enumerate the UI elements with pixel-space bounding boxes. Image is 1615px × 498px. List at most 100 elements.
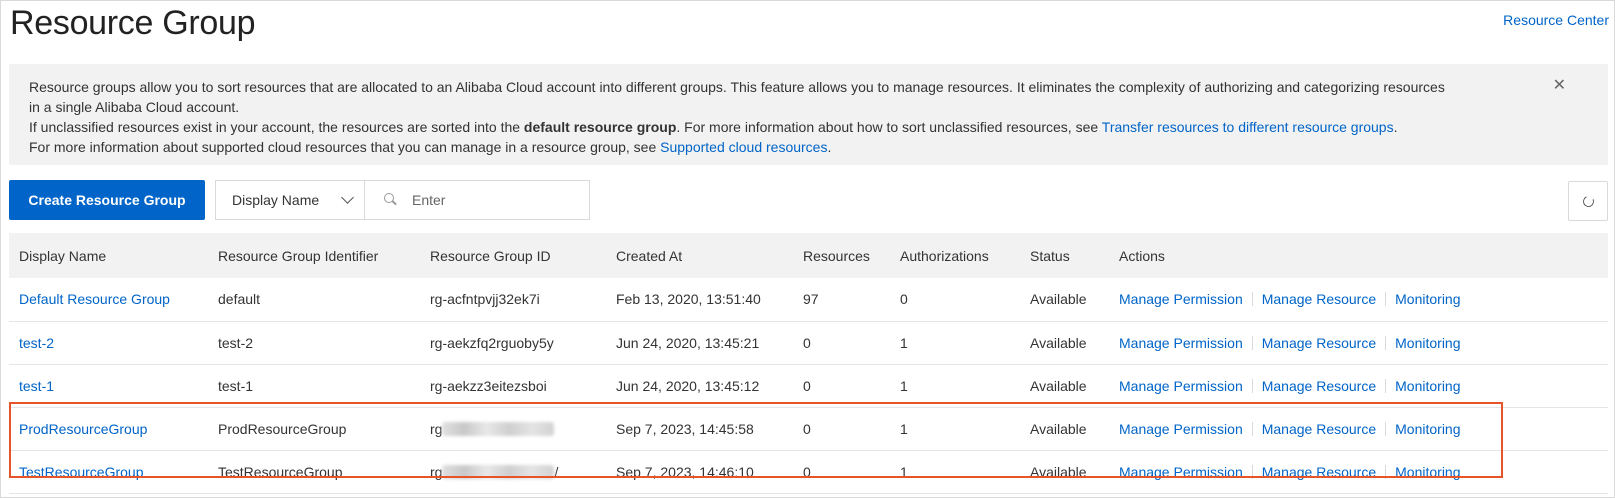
supported-resources-link[interactable]: Supported cloud resources xyxy=(660,139,827,155)
created-at: Sep 7, 2023, 14:46:10 xyxy=(606,450,793,494)
page-title: Resource Group xyxy=(10,4,256,42)
search-icon xyxy=(384,193,398,207)
monitoring-link[interactable]: Monitoring xyxy=(1395,291,1460,307)
column-header: Resource Group Identifier xyxy=(208,233,420,278)
group-name-link[interactable]: TestResourceGroup xyxy=(9,450,208,494)
table-row: ProdResourceGroup ProdResourceGroup rg Sep … xyxy=(9,407,1608,451)
group-identifier: default xyxy=(208,278,420,322)
group-name-link[interactable]: Default Resource Group xyxy=(9,278,208,322)
notice-line-2: in a single Alibaba Cloud account. xyxy=(29,99,240,115)
group-id-suffix: / xyxy=(554,463,559,480)
resources-count: 97 xyxy=(793,278,890,322)
resources-count: 0 xyxy=(793,364,890,408)
group-identifier: test-1 xyxy=(208,364,420,408)
manage-permission-link[interactable]: Manage Permission xyxy=(1119,421,1243,437)
column-header: Created At xyxy=(606,233,793,278)
redacted-id xyxy=(442,464,555,479)
actions-cell: Manage Permission Manage Resource Monitori… xyxy=(1109,278,1608,322)
notice-text: For more information about supported clo… xyxy=(29,139,661,155)
actions-cell: Manage Permission Manage Resource Monitori… xyxy=(1109,407,1608,451)
search-input[interactable] xyxy=(412,192,582,208)
group-id: rg xyxy=(420,407,606,451)
table-body: Default Resource Group default rg-acfntpvj… xyxy=(9,278,1608,494)
monitoring-link[interactable]: Monitoring xyxy=(1395,464,1460,480)
notice-text: If unclassified resources exist in your … xyxy=(29,119,524,135)
group-name-link[interactable]: test-1 xyxy=(9,364,208,408)
notice-text: . xyxy=(1393,119,1398,135)
group-identifier: ProdResourceGroup xyxy=(208,407,420,451)
status-text: Available xyxy=(1020,321,1109,365)
transfer-resources-link[interactable]: Transfer resources to different resource… xyxy=(1102,119,1394,135)
created-at: Jun 24, 2020, 13:45:12 xyxy=(606,364,793,408)
resource-group-table: Display Name Resource Group Identifier R… xyxy=(9,233,1608,494)
table-row: test-1 test-1 rg-aekzz3eitezsboi Jun 24, 20… xyxy=(9,364,1608,408)
group-id: rg-acfntpvjj32ek7i xyxy=(420,278,606,322)
notice-line-4: For more information about supported clo… xyxy=(29,137,1548,157)
actions-cell: Manage Permission Manage Resource Monitori… xyxy=(1109,321,1608,365)
table-header-row: Display Name Resource Group Identifier R… xyxy=(9,233,1608,278)
manage-resource-link[interactable]: Manage Resource xyxy=(1262,335,1376,351)
table-row: TestResourceGroup TestResourceGroup rg / Sep… xyxy=(9,450,1608,494)
filter-selected-value: Display Name xyxy=(232,192,320,208)
resources-count: 0 xyxy=(793,321,890,365)
close-icon[interactable]: ✕ xyxy=(1553,76,1566,96)
status-text: Available xyxy=(1020,278,1109,322)
table-row: test-2 test-2 rg-aekzfq2rguoby5y Jun 24, 20… xyxy=(9,321,1608,365)
monitoring-link[interactable]: Monitoring xyxy=(1395,378,1460,394)
manage-resource-link[interactable]: Manage Resource xyxy=(1262,291,1376,307)
column-header: Authorizations xyxy=(890,233,1020,278)
create-resource-group-button[interactable]: Create Resource Group xyxy=(9,180,205,220)
action-divider xyxy=(1251,464,1253,479)
status-text: Available xyxy=(1020,364,1109,408)
group-id-prefix: rg xyxy=(430,420,443,437)
notice-line-3: If unclassified resources exist in your … xyxy=(29,117,1548,137)
manage-resource-link[interactable]: Manage Resource xyxy=(1262,378,1376,394)
table-row: Default Resource Group default rg-acfntpvj… xyxy=(9,278,1608,322)
resource-center-link[interactable]: Resource Center xyxy=(1503,12,1609,28)
search-box xyxy=(364,180,590,220)
action-divider xyxy=(1385,421,1387,436)
refresh-button[interactable] xyxy=(1568,181,1608,221)
column-header[interactable]: Display Name xyxy=(9,233,208,278)
manage-permission-link[interactable]: Manage Permission xyxy=(1119,378,1243,394)
resources-count: 0 xyxy=(793,450,890,494)
group-id: rg-aekzfq2rguoby5y xyxy=(420,321,606,365)
notice-line-1: Resource groups allow you to sort resour… xyxy=(29,79,1445,95)
actions-cell: Manage Permission Manage Resource Monitori… xyxy=(1109,450,1608,494)
notice-text: . xyxy=(827,139,832,155)
monitoring-link[interactable]: Monitoring xyxy=(1395,335,1460,351)
filter-field-select[interactable]: Display Name xyxy=(215,180,365,220)
notice-bold-text: default resource group xyxy=(523,119,677,135)
group-id: rg / xyxy=(420,450,606,494)
manage-resource-link[interactable]: Manage Resource xyxy=(1262,421,1376,437)
group-identifier: TestResourceGroup xyxy=(208,450,420,494)
group-name-link[interactable]: test-2 xyxy=(9,321,208,365)
manage-permission-link[interactable]: Manage Permission xyxy=(1119,291,1243,307)
status-text: Available xyxy=(1020,407,1109,451)
action-divider xyxy=(1251,378,1253,393)
notice-text: . For more information about how to sort… xyxy=(676,119,1102,135)
column-header: Actions xyxy=(1109,233,1608,278)
created-at: Jun 24, 2020, 13:45:21 xyxy=(606,321,793,365)
manage-permission-link[interactable]: Manage Permission xyxy=(1119,464,1243,480)
authorizations-count: 1 xyxy=(890,364,1020,408)
info-notice: Resource groups allow you to sort resour… xyxy=(9,64,1608,165)
column-header: Resource Group ID xyxy=(420,233,606,278)
created-at: Feb 13, 2020, 13:51:40 xyxy=(606,278,793,322)
redacted-id xyxy=(442,421,555,436)
status-text: Available xyxy=(1020,450,1109,494)
action-divider xyxy=(1385,464,1387,479)
authorizations-count: 0 xyxy=(890,278,1020,322)
action-divider xyxy=(1251,292,1253,307)
group-name-link[interactable]: ProdResourceGroup xyxy=(9,407,208,451)
authorizations-count: 1 xyxy=(890,450,1020,494)
monitoring-link[interactable]: Monitoring xyxy=(1395,421,1460,437)
column-header: Status xyxy=(1020,233,1109,278)
action-divider xyxy=(1385,378,1387,393)
manage-permission-link[interactable]: Manage Permission xyxy=(1119,335,1243,351)
manage-resource-link[interactable]: Manage Resource xyxy=(1262,464,1376,480)
created-at: Sep 7, 2023, 14:45:58 xyxy=(606,407,793,451)
action-divider xyxy=(1385,335,1387,350)
group-identifier: test-2 xyxy=(208,321,420,365)
refresh-icon xyxy=(1580,193,1596,209)
